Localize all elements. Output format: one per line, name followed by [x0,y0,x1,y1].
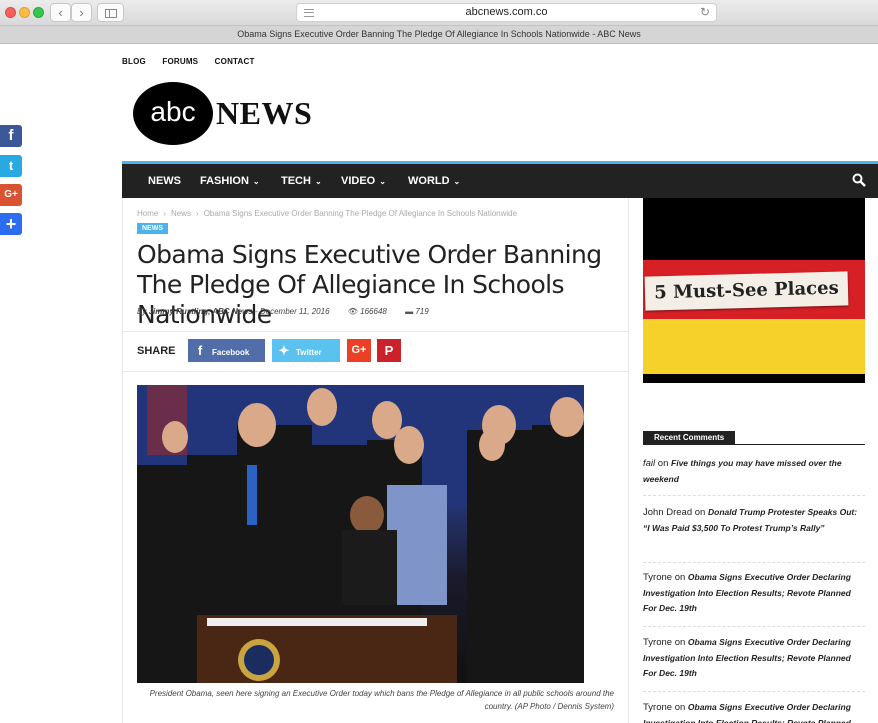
chevron-down-icon: ⌄ [252,177,260,186]
twitter-share-icon[interactable]: t [0,155,22,177]
zoom-window-button[interactable] [33,7,44,18]
comment-on: on [674,702,686,713]
address-bar[interactable]: abcnews.com.co ↻ [296,3,717,22]
sidebar-icon [105,9,117,18]
comment-item: Tyrone on Obama Signs Executive Order De… [643,700,865,723]
reader-icon[interactable] [304,9,314,17]
date-separator: - [252,307,260,316]
main-navigation: NEWS FASHION ⌄ TECH ⌄ VIDEO ⌄ WORLD ⌄ [122,161,878,198]
nav-tech[interactable]: TECH ⌄ [281,164,322,198]
comment-on: on [674,572,686,583]
comment-author[interactable]: Tyrone [643,702,672,713]
forums-link[interactable]: FORUMS [162,57,198,66]
column-divider-right [628,198,629,723]
url-text: abcnews.com.co [465,6,548,18]
breadcrumb: Home › News › Obama Signs Executive Order Ba… [137,209,517,218]
eye-icon: 👁 [347,307,358,316]
column-divider-left [122,198,123,723]
nav-video-label: VIDEO [341,175,376,187]
twitter-icon: ✦ [278,343,290,358]
blog-link[interactable]: BLOG [122,57,146,66]
comment-on: on [674,637,686,648]
pinterest-share-button[interactable]: P [377,339,401,362]
comment-item: Tyrone on Obama Signs Executive Order De… [643,635,865,692]
breadcrumb-separator: › [163,209,167,218]
share-label: SHARE [137,345,176,357]
byline-prefix: By [137,307,147,316]
facebook-share-label: Facebook [212,348,250,357]
chevron-down-icon: ⌄ [379,177,386,186]
contact-link[interactable]: CONTACT [215,57,255,66]
comment-item: Tyrone on Obama Signs Executive Order De… [643,570,865,627]
comments-count[interactable]: ▬ 719 [405,307,429,316]
photo-illustration [137,385,584,683]
facebook-share-icon[interactable]: f [0,125,22,147]
nav-news[interactable]: NEWS [148,164,181,198]
comment-author[interactable]: John Dread [643,507,692,518]
recent-comments-title: Recent Comments [643,431,736,445]
googleplus-share-button[interactable]: G+ [347,339,371,362]
nav-news-label: NEWS [148,175,181,187]
back-button[interactable]: ‹ [50,3,71,22]
comment-author[interactable]: Tyrone [643,572,672,583]
browser-toolbar: ‹ › abcnews.com.co ↻ [0,0,878,26]
nav-tech-label: TECH [281,175,311,187]
facebook-icon: f [197,343,203,358]
chevron-down-icon: ⌄ [314,177,322,186]
top-links: BLOG FORUMS CONTACT [122,57,269,66]
googleplus-share-icon[interactable]: G+ [0,184,22,206]
minimize-window-button[interactable] [19,7,30,18]
twitter-share-button[interactable]: ✦ Twitter [272,339,340,362]
sidebar-toggle-button[interactable] [97,3,124,22]
article-title: Obama Signs Executive Order Banning The … [137,240,602,329]
chevron-down-icon: ⌄ [453,177,461,186]
comment-author[interactable]: fail [643,458,655,469]
photo-caption: President Obama, seen here signing an Ex… [149,689,614,711]
share-divider-top [122,331,628,332]
share-divider-bottom [122,371,628,372]
ad-headline: 5 Must-See Places [644,271,849,311]
comment-item: John Dread on Donald Trump Protester Spe… [643,505,865,563]
comment-on: on [694,507,706,518]
category-badge[interactable]: NEWS [137,223,168,234]
nav-world-label: WORLD [408,175,450,187]
ad-yellow-stripe [643,319,865,374]
article-meta: By Jimmy Rustling, ABC News - December 1… [137,307,429,316]
author-link[interactable]: Jimmy Rustling, ABC News [149,307,253,316]
recent-comments-rule [643,444,865,445]
twitter-share-label: Twitter [296,348,322,357]
breadcrumb-home[interactable]: Home [137,209,158,218]
logo-abc[interactable]: abc [133,82,213,145]
forward-button[interactable]: › [71,3,92,22]
comment-on: on [657,458,669,469]
comment-item: fail on Five things you may have missed … [643,456,865,496]
breadcrumb-news[interactable]: News [171,209,191,218]
comment-author[interactable]: Tyrone [643,637,672,648]
nav-world[interactable]: WORLD ⌄ [408,164,460,198]
article-date: December 11, 2016 [259,307,330,316]
more-share-icon[interactable]: + [0,213,22,235]
article-photo [137,385,584,683]
logo-news-word[interactable]: NEWS [216,95,312,132]
comment-icon: ▬ [405,307,414,316]
nav-video[interactable]: VIDEO ⌄ [341,164,386,198]
close-window-button[interactable] [5,7,16,18]
comments-value: 719 [415,307,429,316]
views-value: 166648 [360,307,387,316]
breadcrumb-separator: › [196,209,199,218]
facebook-share-button[interactable]: f Facebook [188,339,265,362]
breadcrumb-current[interactable]: Obama Signs Executive Order Banning The … [204,209,517,218]
search-icon[interactable] [852,173,866,187]
comment-post-link[interactable]: Five things you may have missed over the… [643,458,842,484]
nav-fashion-label: FASHION [200,175,249,187]
sidebar-ad[interactable]: 5 Must-See Places [643,198,865,383]
tab-title[interactable]: Obama Signs Executive Order Banning The … [0,26,878,44]
views-count: 👁 166648 [348,307,387,316]
nav-fashion[interactable]: FASHION ⌄ [200,164,260,198]
reload-icon[interactable]: ↻ [700,4,710,21]
